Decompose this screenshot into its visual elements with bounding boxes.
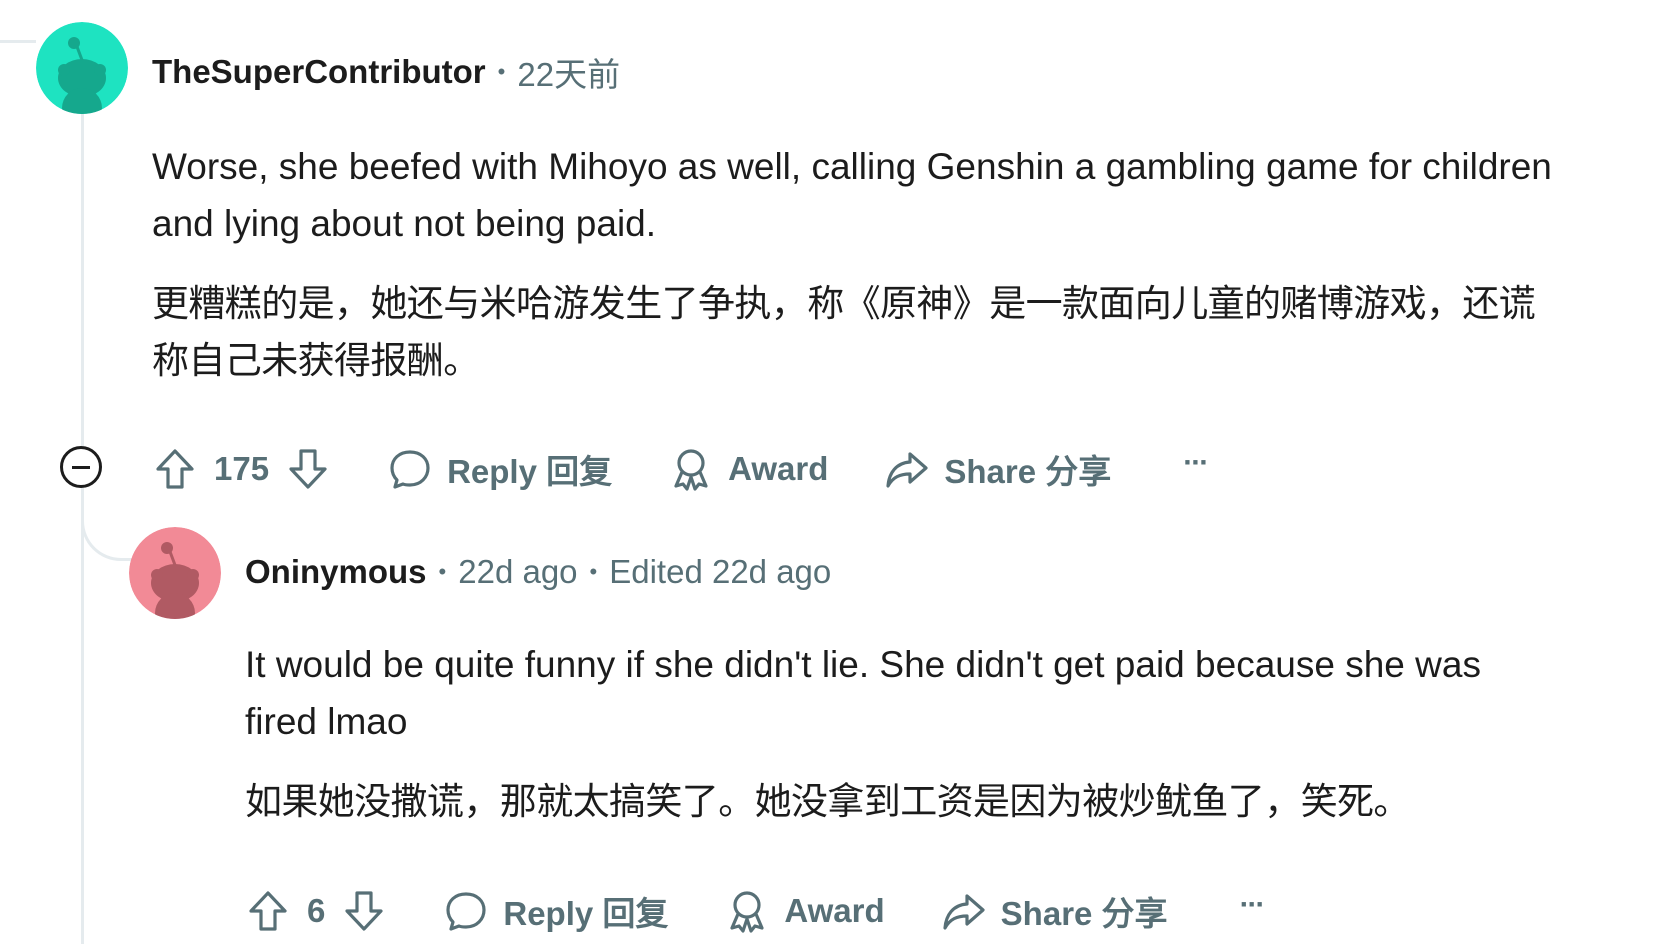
- comment-1-action-bar: 175 Reply 回复 Award Share 分享 ···: [152, 441, 1209, 497]
- comment-2-action-bar: 6 Reply 回复 Award Share 分享 ···: [245, 883, 1266, 939]
- reply-label: Reply 回复: [447, 453, 613, 490]
- vote-count: 175: [214, 450, 270, 487]
- username[interactable]: TheSuperContributor: [152, 53, 486, 91]
- timestamp[interactable]: 22天前: [517, 48, 620, 96]
- comment-2-meta: Oninymous • 22d ago • Edited 22d ago: [245, 553, 831, 591]
- thread-branch-reply: [81, 482, 134, 561]
- arrow-down-icon: [345, 891, 383, 931]
- arrow-down-icon: [289, 449, 327, 489]
- vote-count: 6: [307, 892, 326, 929]
- thread-line-top-left: [0, 40, 36, 43]
- snoo-avatar-icon: [129, 527, 221, 619]
- reply-label: Reply 回复: [503, 895, 669, 932]
- reply-button[interactable]: Reply 回复: [387, 445, 612, 493]
- thread-line-comment-1[interactable]: [81, 108, 84, 448]
- award-ribbon-icon: [730, 891, 765, 933]
- award-button[interactable]: Award: [668, 446, 828, 492]
- comment-1-body-zh: 更糟糕的是，她还与米哈游发生了争执，称《原神》是一款面向儿童的赌博游戏，还谎称自…: [152, 283, 1536, 381]
- reply-button[interactable]: Reply 回复: [443, 887, 668, 935]
- separator-dot: •: [497, 59, 506, 84]
- award-ribbon-icon: [674, 449, 708, 491]
- more-options-icon: ···: [1183, 446, 1209, 479]
- share-label: Share 分享: [1000, 895, 1168, 932]
- avatar-oninymous[interactable]: [129, 527, 221, 619]
- comment-1-body-en: Worse, she beefed with Mihoyo as well, c…: [152, 146, 1552, 244]
- comment-1-meta: TheSuperContributor • 22天前: [152, 48, 620, 96]
- upvote-button[interactable]: [152, 446, 198, 492]
- collapse-thread-button[interactable]: [60, 446, 102, 488]
- speech-bubble-icon: [446, 892, 486, 931]
- arrow-up-icon: [249, 891, 287, 931]
- speech-bubble-icon: [390, 450, 430, 489]
- share-button[interactable]: Share 分享: [884, 445, 1111, 493]
- comment-2-body-zh: 如果她没撒谎，那就太搞笑了。她没拿到工资是因为被炒鱿鱼了，笑死。: [245, 781, 1410, 822]
- award-label: Award: [728, 450, 829, 487]
- avatar-thesupercontributor[interactable]: [36, 22, 128, 114]
- comment-2-body-en: It would be quite funny if she didn't li…: [245, 644, 1481, 742]
- award-button[interactable]: Award: [724, 888, 885, 934]
- more-options-button[interactable]: ···: [1240, 888, 1266, 928]
- timestamp[interactable]: 22d ago: [458, 553, 577, 591]
- arrow-up-icon: [156, 449, 194, 489]
- share-arrow-icon: [943, 894, 985, 930]
- upvote-button[interactable]: [245, 888, 291, 934]
- edited-timestamp: Edited 22d ago: [609, 553, 832, 590]
- more-options-button[interactable]: ···: [1183, 446, 1209, 486]
- snoo-avatar-icon: [36, 22, 128, 114]
- separator-dot: •: [589, 559, 598, 584]
- more-options-icon: ···: [1239, 888, 1266, 921]
- share-button[interactable]: Share 分享: [941, 887, 1168, 935]
- thread-line-comment-1-lower[interactable]: [81, 482, 84, 944]
- username[interactable]: Oninymous: [245, 553, 427, 591]
- downvote-button[interactable]: [285, 446, 331, 492]
- award-label: Award: [784, 892, 885, 929]
- share-arrow-icon: [886, 452, 928, 488]
- downvote-button[interactable]: [341, 888, 387, 934]
- separator-dot: •: [438, 559, 447, 584]
- share-label: Share 分享: [944, 453, 1112, 490]
